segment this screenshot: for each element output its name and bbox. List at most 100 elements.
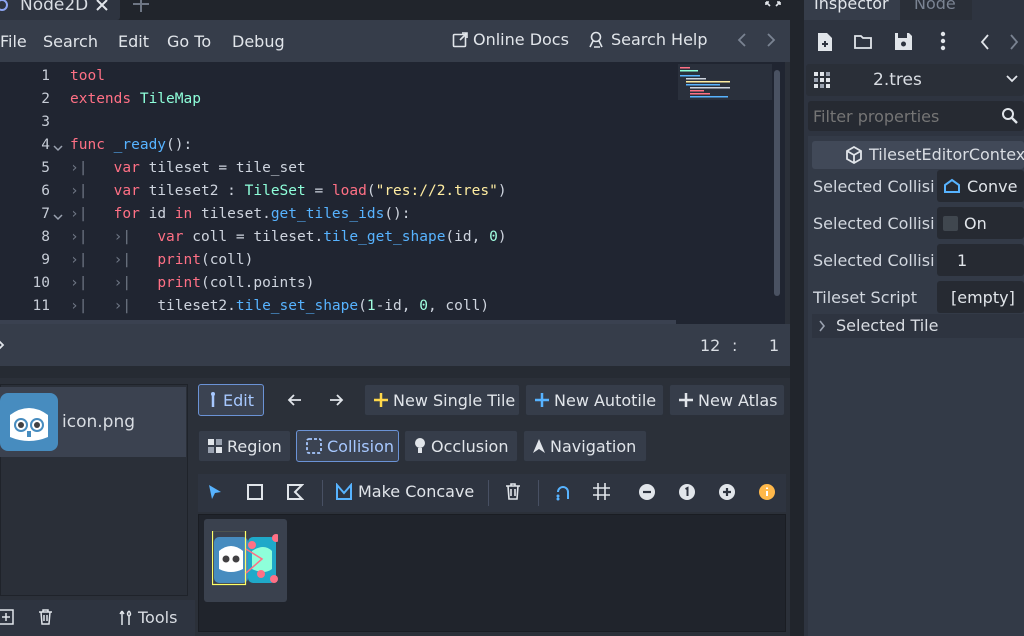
menu-search[interactable]: Search — [43, 32, 98, 51]
new-autotile-button[interactable]: New Autotile — [525, 384, 664, 416]
search-help-label: Search Help — [611, 30, 708, 49]
property-label: Selected Collisi — [813, 214, 935, 233]
property-label: Selected Collisi — [813, 251, 935, 270]
tab-inspector[interactable]: Inspector — [804, 0, 900, 20]
tab-navigation[interactable]: Navigation — [523, 430, 647, 462]
filter-properties[interactable] — [808, 101, 1024, 131]
menu-file[interactable]: File — [0, 32, 27, 51]
property-value: Conve — [967, 176, 1018, 196]
add-tab-icon[interactable] — [131, 0, 151, 14]
tab-region[interactable]: Region — [198, 430, 291, 462]
inspector-back-icon[interactable] — [979, 33, 991, 51]
menu-edit[interactable]: Edit — [118, 32, 149, 51]
selected-tile-section[interactable]: Selected Tile — [812, 314, 1024, 338]
texture-item[interactable]: icon.png — [0, 387, 186, 457]
line-number: 8 — [41, 229, 50, 245]
next-tile-icon[interactable] — [328, 393, 344, 407]
code-line: extends TileMap — [70, 91, 201, 107]
select-tool-icon[interactable] — [206, 483, 224, 501]
close-icon[interactable] — [94, 0, 110, 13]
info-icon[interactable] — [758, 483, 776, 501]
tools-menu-button[interactable]: Tools — [118, 608, 177, 627]
script-menu-bar: File Search Edit Go To Debug Online Docs… — [0, 20, 790, 62]
property-label: Selected Collisi — [813, 177, 935, 196]
menu-goto[interactable]: Go To — [167, 32, 211, 51]
new-single-tile-button[interactable]: New Single Tile — [364, 384, 520, 416]
new-resource-icon[interactable] — [816, 32, 834, 52]
chevron-down-icon — [1006, 75, 1018, 83]
menu-debug[interactable]: Debug — [232, 32, 285, 51]
remove-texture-icon[interactable] — [37, 608, 54, 626]
history-forward-icon[interactable] — [765, 32, 777, 48]
code-line: ›| for id in tileset.get_tiles_ids(): — [70, 206, 411, 222]
section-header[interactable]: TilesetEditorContex — [812, 141, 1024, 169]
code-line: func _ready(): — [70, 137, 193, 153]
line-number: 5 — [41, 160, 50, 176]
external-link-icon — [452, 31, 469, 48]
new-single-tile-label: New Single Tile — [393, 390, 516, 410]
save-icon[interactable] — [894, 32, 913, 51]
edit-button[interactable]: Edit — [198, 384, 264, 416]
scene-tab[interactable]: Node2D — [0, 0, 120, 20]
rectangle-tool-icon[interactable] — [246, 483, 264, 501]
selected-tile-label: Selected Tile — [836, 316, 939, 335]
previous-tile-icon[interactable] — [287, 393, 303, 407]
code-minimap[interactable] — [678, 64, 772, 100]
more-options-icon[interactable] — [940, 31, 946, 51]
resource-selector[interactable]: 2.tres — [806, 64, 1024, 96]
tab-node[interactable]: Node — [900, 0, 972, 20]
collision-shape-value[interactable]: Conve — [937, 170, 1024, 202]
collision-index-field[interactable]: 1 — [937, 244, 1024, 276]
dock-gap — [790, 0, 804, 636]
line-number: 6 — [41, 183, 50, 199]
panel-splitter[interactable] — [0, 366, 790, 378]
checkbox-icon — [943, 215, 958, 231]
fold-arrow-icon[interactable] — [53, 144, 63, 152]
code-line: ›| var tileset = tile_set — [70, 160, 306, 176]
new-atlas-button[interactable]: New Atlas — [669, 384, 785, 416]
one-way-checkbox[interactable]: On — [937, 207, 1024, 239]
code-line: ›| ›| tileset2.tile_set_shape(1-id, 0, c… — [70, 298, 490, 314]
add-texture-icon[interactable] — [0, 609, 14, 625]
zoom-reset-icon[interactable] — [678, 483, 696, 501]
distraction-free-icon[interactable] — [764, 0, 782, 12]
scene-tab-title: Node2D — [20, 0, 89, 15]
code-line: ›| ›| print(coll.points) — [70, 275, 315, 291]
toggle-scripts-panel-icon[interactable] — [0, 338, 6, 352]
make-concave-button[interactable]: Make Concave — [335, 482, 474, 501]
open-folder-icon[interactable] — [854, 33, 874, 51]
tab-occlusion[interactable]: Occlusion — [404, 430, 518, 462]
occlusion-icon — [413, 437, 427, 455]
fold-arrow-icon[interactable] — [53, 213, 63, 221]
filter-properties-input[interactable] — [813, 105, 993, 127]
tileset-script-field[interactable]: [empty] — [937, 281, 1024, 313]
tab-collision[interactable]: Collision — [296, 430, 399, 462]
script-status-bar: 12 : 1 — [0, 324, 790, 366]
section-title: TilesetEditorContex — [869, 145, 1024, 164]
code-line: ›| ›| var coll = tileset.tile_get_shape(… — [70, 229, 507, 245]
code-line: tool — [70, 68, 105, 84]
vertical-scrollbar[interactable] — [774, 70, 780, 296]
code-editor[interactable]: 1 2 3 4 5 6 7 8 9 10 11 12 tool extends … — [0, 62, 785, 324]
grid-snap-icon[interactable] — [592, 482, 611, 501]
convex-shape-icon — [943, 178, 961, 194]
tab-inspector-label: Inspector — [814, 0, 889, 13]
tile-texture-preview[interactable] — [204, 519, 287, 602]
new-atlas-label: New Atlas — [698, 390, 778, 410]
line-number: 4 — [41, 137, 50, 153]
concave-icon — [335, 482, 353, 501]
tools-icon — [118, 609, 134, 627]
history-back-icon[interactable] — [736, 32, 748, 48]
online-docs-button[interactable]: Online Docs — [452, 30, 569, 49]
tab-node-label: Node — [914, 0, 956, 13]
zoom-out-icon[interactable] — [638, 483, 656, 501]
snap-icon[interactable] — [554, 483, 572, 501]
delete-shape-icon[interactable] — [504, 482, 522, 501]
caret-column: 1 — [769, 336, 780, 355]
polygon-tool-icon[interactable] — [286, 483, 304, 501]
tool-separator — [488, 480, 489, 506]
inspector-forward-icon[interactable] — [1008, 33, 1020, 51]
zoom-in-icon[interactable] — [718, 483, 736, 501]
search-help-button[interactable]: Search Help — [588, 30, 708, 49]
online-docs-label: Online Docs — [473, 30, 569, 49]
